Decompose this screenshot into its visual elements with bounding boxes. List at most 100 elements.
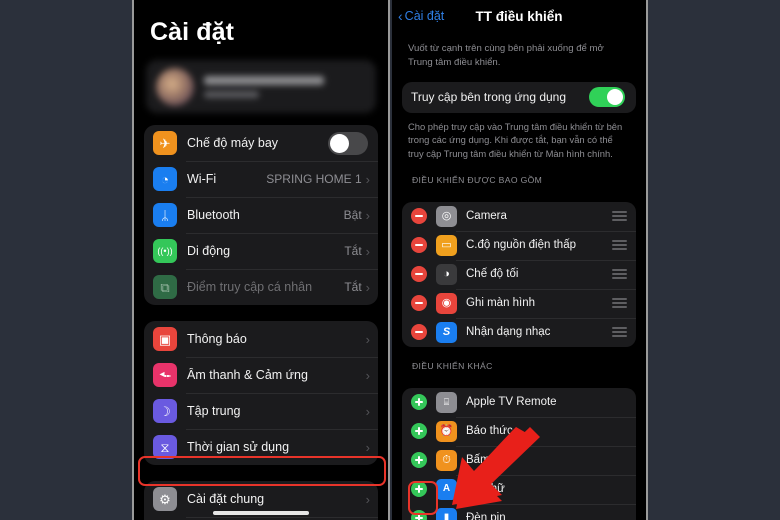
list-item[interactable]: ▭ C.độ nguồn điện thấp (402, 230, 636, 260)
sidebar-item-sounds-haptics[interactable]: ◂⑉ Âm thanh & Cảm ứng › (144, 357, 378, 393)
screenshot-stage: Cài đặt ✈ Chế độ máy bay ◔ Wi-Fi SPRING … (0, 0, 780, 520)
remove-icon[interactable] (411, 295, 427, 312)
sidebar-item-label: Thời gian sử dụng (187, 440, 290, 454)
control-label: Apple TV Remote (466, 396, 557, 409)
back-button-label: Cài đặt (404, 9, 445, 23)
sidebar-item-label: Bluetooth (187, 208, 240, 222)
remove-icon[interactable] (411, 237, 427, 254)
add-icon[interactable] (411, 394, 427, 411)
add-icon[interactable] (411, 510, 427, 520)
control-label: Đèn pin (466, 512, 506, 520)
reorder-handle-icon[interactable] (612, 327, 627, 338)
row-control: › (366, 493, 378, 506)
row-control: Tắt › (344, 244, 378, 258)
screen-time-icon: ⧖ (153, 435, 177, 459)
control-center-settings-screen: ‹ Cài đặt TT điều khiển Vuốt từ cạnh trê… (392, 0, 648, 520)
row-control: › (366, 369, 378, 382)
sidebar-item-cellular[interactable]: ((•)) Di động Tắt › (144, 233, 378, 269)
airplane-mode-toggle[interactable] (328, 131, 368, 155)
control-label: Camera (466, 210, 507, 223)
reorder-handle-icon[interactable] (612, 298, 627, 309)
shazam-icon: S (436, 321, 457, 343)
stopwatch-icon: ⏱ (436, 449, 457, 471)
control-label: Bấm giờ (466, 454, 510, 467)
sidebar-item-notifications[interactable]: ▣ Thông báo › (144, 321, 378, 357)
control-label: Ghi màn hình (466, 297, 536, 310)
list-item[interactable]: ▮ Đèn pin (402, 503, 636, 520)
focus-icon: ☽ (153, 399, 177, 423)
screen-description: Vuốt từ cạnh trên cùng bên phải xuống để… (408, 43, 604, 68)
hotspot-value: Tắt (344, 280, 362, 294)
control-label: Báo thức (466, 425, 513, 438)
settings-group-alerts: ▣ Thông báo › ◂⑉ Âm thanh & Cảm ứng › ☽ … (144, 321, 378, 465)
flashlight-icon: ▮ (436, 507, 457, 520)
row-control: Bật › (344, 208, 378, 222)
add-icon[interactable] (411, 423, 427, 440)
sidebar-item-screen-time[interactable]: ⧖ Thời gian sử dụng › (144, 429, 378, 465)
sidebar-item-airplane-mode[interactable]: ✈ Chế độ máy bay (144, 125, 378, 161)
cellular-icon: ((•)) (153, 239, 177, 263)
sidebar-item-label: Điểm truy cập cá nhân (187, 280, 313, 294)
avatar (156, 67, 194, 106)
bluetooth-icon: ᛦ (153, 203, 177, 227)
sidebar-item-label: Di động (187, 244, 231, 258)
camera-icon: ◎ (436, 205, 457, 227)
list-item[interactable]: ◑ Chế độ tối (402, 259, 636, 289)
reorder-handle-icon[interactable] (612, 269, 627, 280)
settings-group-connectivity: ✈ Chế độ máy bay ◔ Wi-Fi SPRING HOME 1 ›… (144, 125, 378, 305)
chevron-right-icon: › (365, 403, 370, 419)
sidebar-item-focus[interactable]: ☽ Tập trung › (144, 393, 378, 429)
list-item[interactable]: S Nhận dạng nhạc (402, 317, 636, 347)
control-label: C.độ nguồn điện thấp (466, 239, 576, 252)
list-item[interactable]: A Cỡ chữ (402, 474, 636, 504)
row-control: › (366, 333, 378, 346)
list-item[interactable]: ◎ Camera (402, 202, 636, 231)
reorder-handle-icon[interactable] (612, 240, 627, 251)
list-item[interactable]: ⌸ Apple TV Remote (402, 388, 636, 417)
row-control (328, 131, 378, 155)
back-button[interactable]: ‹ Cài đặt (398, 9, 444, 23)
in-app-access-group: Truy cập bên trong ứng dụng (402, 81, 636, 113)
sidebar-item-label: Tập trung (187, 404, 241, 418)
gear-icon: ⚙ (153, 487, 177, 511)
notifications-icon: ▣ (153, 327, 177, 351)
sidebar-item-label: Chế độ máy bay (187, 136, 279, 150)
chevron-right-icon: › (365, 279, 370, 295)
remove-icon[interactable] (411, 324, 427, 341)
profile-card[interactable] (146, 60, 376, 113)
wifi-value: SPRING HOME 1 (266, 172, 362, 186)
sidebar-item-label: Cài đặt chung (187, 492, 265, 506)
sidebar-item-wifi[interactable]: ◔ Wi-Fi SPRING HOME 1 › (144, 161, 378, 197)
in-app-access-row[interactable]: Truy cập bên trong ứng dụng (402, 82, 636, 113)
in-app-access-note: Cho phép truy cập vào Trung tâm điều khi… (408, 120, 623, 160)
row-control: Tắt › (344, 280, 378, 294)
add-icon[interactable] (411, 481, 427, 498)
wifi-icon: ◔ (153, 167, 177, 191)
row-control: › (366, 441, 378, 454)
in-app-access-toggle[interactable] (589, 87, 625, 108)
chevron-right-icon: › (365, 331, 370, 347)
chevron-right-icon: › (365, 491, 370, 507)
list-item[interactable]: ⏱ Bấm giờ (402, 445, 636, 475)
remove-icon[interactable] (411, 266, 427, 283)
sidebar-item-bluetooth[interactable]: ᛦ Bluetooth Bật › (144, 197, 378, 233)
airplane-icon: ✈ (153, 131, 177, 155)
other-controls-header: ĐIỀU KHIỂN KHÁC (412, 360, 493, 371)
list-item[interactable]: ◉ Ghi màn hình (402, 288, 636, 318)
chevron-left-icon: ‹ (398, 8, 403, 24)
remove-icon[interactable] (411, 208, 427, 225)
home-indicator (213, 511, 309, 515)
sidebar-item-personal-hotspot[interactable]: ⧉ Điểm truy cập cá nhân Tắt › (144, 269, 378, 305)
included-controls-header: ĐIỀU KHIỂN ĐƯỢC BAO GỒM (412, 174, 543, 185)
apple-tv-remote-icon: ⌸ (436, 391, 457, 413)
add-icon[interactable] (411, 452, 427, 469)
profile-name-redacted (204, 75, 324, 85)
nav-bar: ‹ Cài đặt TT điều khiển (392, 0, 646, 26)
page-title: Cài đặt (150, 18, 235, 46)
hotspot-icon: ⧉ (153, 275, 177, 299)
chevron-right-icon: › (365, 439, 370, 455)
list-item[interactable]: ⏰ Báo thức (402, 416, 636, 446)
reorder-handle-icon[interactable] (612, 211, 627, 222)
row-control: SPRING HOME 1 › (266, 172, 378, 186)
profile-text (204, 75, 366, 98)
